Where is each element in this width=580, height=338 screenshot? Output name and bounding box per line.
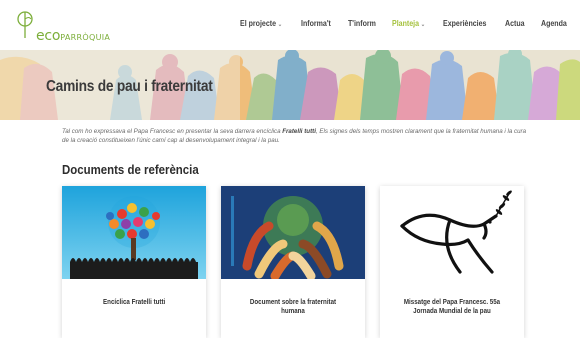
page-title: Camins de pau i fraternitat bbox=[46, 78, 213, 95]
logo-leaf-icon bbox=[17, 11, 33, 38]
document-card[interactable]: Encíclica Fratelli tutti bbox=[62, 186, 206, 338]
nav-item-4[interactable]: Experiències bbox=[443, 19, 486, 28]
nav-item-2[interactable]: T'inform bbox=[348, 19, 376, 28]
document-card[interactable]: Document sobre la fraternitat humana bbox=[221, 186, 365, 338]
card-title[interactable]: Document sobre la fraternitat humana bbox=[229, 297, 357, 315]
card-title[interactable]: Encíclica Fratelli tutti bbox=[70, 297, 198, 306]
section-title: Documents de referència bbox=[62, 162, 199, 177]
nav-item-3[interactable]: Planteja ⌄ bbox=[392, 19, 425, 28]
nav-item-label: Agenda bbox=[540, 19, 567, 28]
card-image-dove bbox=[380, 186, 524, 279]
nav-item-6[interactable]: Agenda bbox=[541, 19, 567, 28]
nav-item-label: Experiències bbox=[443, 19, 487, 28]
hands-globe-icon bbox=[221, 186, 365, 279]
nav-item-0[interactable]: El projecte ⌄ bbox=[240, 19, 282, 28]
intro-text: Tal com ho expressava el Papa Francesc e… bbox=[62, 127, 532, 145]
document-card[interactable]: Missatge del Papa Francesc. 55a Jornada … bbox=[380, 186, 524, 338]
intro-text-bold: Fratelli tutti bbox=[282, 128, 316, 135]
card-title-text: Encíclica Fratelli tutti bbox=[102, 297, 166, 306]
card-title[interactable]: Missatge del Papa Francesc. 55a Jornada … bbox=[388, 297, 516, 315]
chevron-down-icon: ⌄ bbox=[277, 22, 282, 28]
nav-item-label: T'inform bbox=[347, 19, 376, 28]
nav-item-label: El projecte bbox=[239, 19, 276, 28]
site-header: ecoPARRÒQUIA El projecte ⌄ Informa't T'info… bbox=[0, 0, 580, 50]
peace-dove-icon bbox=[380, 186, 524, 279]
card-title-text: Missatge del Papa Francesc. 55a Jornada … bbox=[403, 297, 501, 315]
card-image-tree bbox=[62, 186, 206, 279]
chevron-down-icon: ⌄ bbox=[421, 22, 426, 28]
nav-item-5[interactable]: Actua bbox=[505, 19, 525, 28]
intro-text-start: Tal com ho expressava el Papa Francesc e… bbox=[62, 128, 283, 135]
logo-parroquia: PARRÒQUIA bbox=[60, 33, 111, 42]
nav-item-label: Informa't bbox=[300, 19, 331, 28]
logo-eco: eco bbox=[36, 28, 61, 44]
card-image-hands bbox=[221, 186, 365, 279]
hero-banner: Camins de pau i fraternitat bbox=[0, 50, 580, 120]
nav-item-label: Planteja bbox=[392, 19, 420, 28]
main-nav: El projecte ⌄ Informa't T'inform Planteja ⌄ Ex… bbox=[227, 19, 570, 28]
nav-item-1[interactable]: Informa't bbox=[301, 19, 331, 28]
card-title-text: Document sobre la fraternitat humana bbox=[249, 297, 337, 315]
tree-of-people-icon bbox=[62, 186, 206, 279]
logo-text: ecoPARRÒQUIA bbox=[36, 27, 110, 45]
nav-item-label: Actua bbox=[505, 19, 525, 28]
